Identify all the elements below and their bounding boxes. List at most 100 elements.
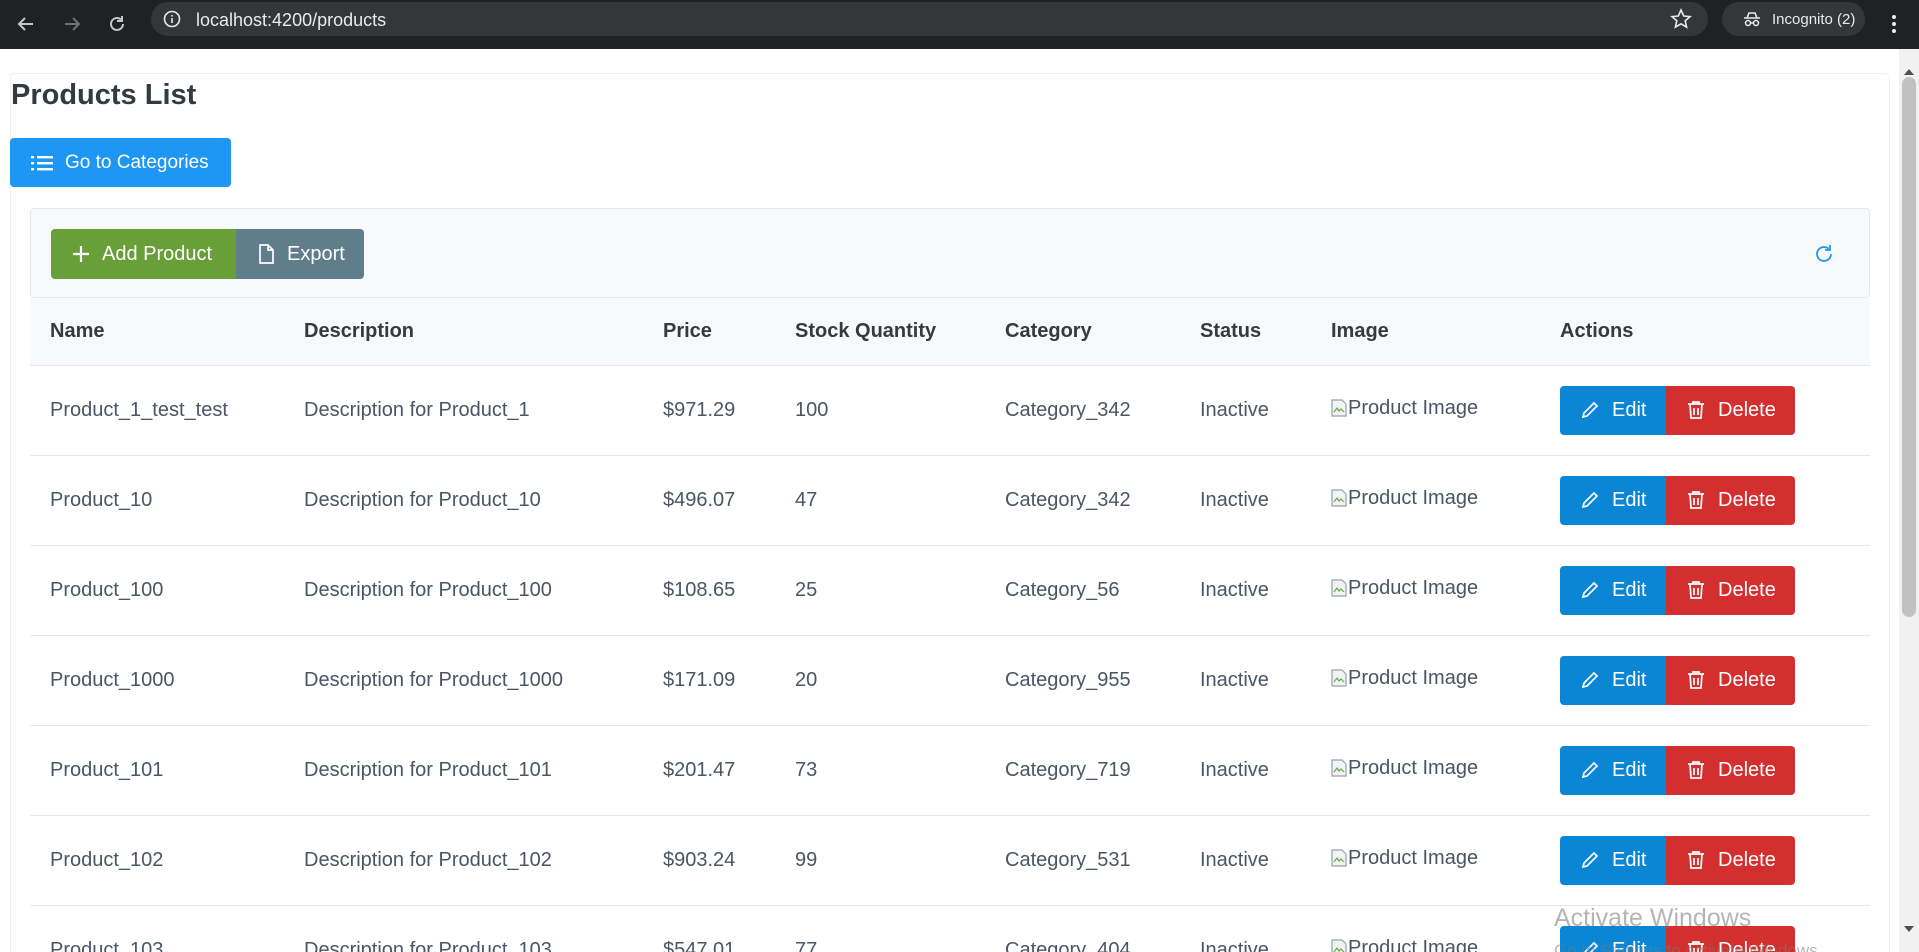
category-cell: Category_955 — [985, 635, 1180, 726]
price-cell: $171.09 — [643, 635, 775, 726]
export-button[interactable]: Export — [236, 229, 364, 279]
edit-button[interactable]: Edit — [1560, 655, 1666, 705]
name-cell: Product_103 — [30, 905, 284, 952]
pencil-icon — [1581, 671, 1599, 689]
image-cell: Product Image — [1311, 365, 1540, 456]
row-actions: Edit Delete — [1560, 565, 1870, 615]
edit-label: Edit — [1612, 488, 1647, 511]
table-row: Product_10 Description for Product_10 $496… — [30, 455, 1870, 546]
back-button[interactable] — [8, 6, 44, 42]
product-image: Product Image — [1331, 757, 1478, 780]
actions-cell: Edit Delete — [1540, 545, 1870, 636]
stock-cell: 100 — [775, 365, 985, 456]
edit-button[interactable]: Edit — [1560, 475, 1666, 525]
category-cell: Category_342 — [985, 365, 1180, 456]
reload-icon — [110, 16, 124, 31]
info-icon[interactable] — [163, 10, 181, 28]
scroll-up-arrow[interactable] — [1904, 69, 1914, 75]
scroll-thumb[interactable] — [1902, 77, 1916, 617]
image-cell: Product Image — [1311, 905, 1540, 952]
delete-button[interactable]: Delete — [1666, 475, 1795, 525]
price-cell: $201.47 — [643, 725, 775, 816]
name-cell: Product_1000 — [30, 635, 284, 726]
row-actions: Edit Delete — [1560, 745, 1870, 795]
trash-icon — [1688, 851, 1704, 869]
column-header-price[interactable]: Price — [643, 298, 775, 366]
incognito-indicator[interactable]: Incognito (2) — [1722, 2, 1865, 36]
column-header-description[interactable]: Description — [284, 298, 643, 366]
forward-button[interactable] — [54, 6, 90, 42]
table-toolbar: Add Product Export — [30, 208, 1870, 298]
browser-menu-button[interactable] — [1882, 6, 1906, 42]
trash-icon — [1688, 581, 1704, 599]
column-header-category[interactable]: Category — [985, 298, 1180, 366]
reload-button[interactable] — [99, 6, 135, 42]
delete-label: Delete — [1718, 758, 1776, 781]
edit-button[interactable]: Edit — [1560, 745, 1666, 795]
edit-button[interactable]: Edit — [1560, 565, 1666, 615]
row-actions: Edit Delete — [1560, 655, 1870, 705]
name-cell: Product_101 — [30, 725, 284, 816]
vertical-scrollbar[interactable] — [1899, 49, 1919, 952]
status-cell: Inactive — [1180, 725, 1311, 816]
page-viewport: Products List Go to Categories Add Produ… — [0, 49, 1899, 952]
edit-button[interactable]: Edit — [1560, 835, 1666, 885]
incognito-icon — [1744, 12, 1760, 27]
price-cell: $903.24 — [643, 815, 775, 906]
name-cell: Product_1_test_test — [30, 365, 284, 456]
table-row: Product_1_test_test Description for Produ… — [30, 365, 1870, 456]
broken-image-icon — [1331, 849, 1347, 867]
delete-button[interactable]: Delete — [1666, 565, 1795, 615]
table-row: Product_100 Description for Product_100 $1… — [30, 545, 1870, 636]
pencil-icon — [1581, 581, 1599, 599]
edit-button[interactable]: Edit — [1560, 385, 1666, 435]
refresh-icon[interactable] — [1813, 243, 1835, 265]
scroll-down-arrow[interactable] — [1904, 926, 1914, 932]
product-image: Product Image — [1331, 577, 1478, 600]
watermark-subtitle: Go to Settings to activate Windows. — [1554, 941, 1823, 952]
stock-cell: 47 — [775, 455, 985, 546]
description-cell: Description for Product_101 — [284, 725, 643, 816]
star-icon[interactable] — [1670, 8, 1692, 30]
description-cell: Description for Product_103 — [284, 905, 643, 952]
activate-windows-watermark: Activate Windows Go to Settings to activ… — [1554, 904, 1822, 952]
trash-icon — [1688, 671, 1704, 689]
delete-button[interactable]: Delete — [1666, 655, 1795, 705]
delete-button[interactable]: Delete — [1666, 835, 1795, 885]
actions-cell: Edit Delete — [1540, 815, 1870, 906]
price-cell: $108.65 — [643, 545, 775, 636]
row-actions: Edit Delete — [1560, 385, 1870, 435]
category-cell: Category_342 — [985, 455, 1180, 546]
status-cell: Inactive — [1180, 905, 1311, 952]
actions-cell: Edit Delete — [1540, 455, 1870, 546]
pencil-icon — [1581, 491, 1599, 509]
status-cell: Inactive — [1180, 365, 1311, 456]
image-cell: Product Image — [1311, 725, 1540, 816]
description-cell: Description for Product_1000 — [284, 635, 643, 726]
delete-label: Delete — [1718, 488, 1776, 511]
image-alt-text: Product Image — [1348, 846, 1479, 869]
price-cell: $971.29 — [643, 365, 775, 456]
column-header-stock-quantity[interactable]: Stock Quantity — [775, 298, 985, 366]
actions-cell: Edit Delete — [1540, 635, 1870, 726]
delete-label: Delete — [1718, 848, 1776, 871]
address-bar[interactable]: localhost:4200/products — [151, 2, 1708, 36]
url-text[interactable]: localhost:4200/products — [196, 10, 386, 31]
list-icon — [31, 155, 53, 170]
category-cell: Category_56 — [985, 545, 1180, 636]
add-product-button[interactable]: Add Product — [51, 229, 236, 279]
column-header-name[interactable]: Name — [30, 298, 284, 366]
price-cell: $496.07 — [643, 455, 775, 546]
column-header-status[interactable]: Status — [1180, 298, 1311, 366]
broken-image-icon — [1331, 579, 1347, 597]
status-cell: Inactive — [1180, 815, 1311, 906]
go-to-categories-button[interactable]: Go to Categories — [10, 138, 231, 187]
row-actions: Edit Delete — [1560, 835, 1870, 885]
delete-button[interactable]: Delete — [1666, 745, 1795, 795]
delete-button[interactable]: Delete — [1666, 385, 1795, 435]
category-cell: Category_531 — [985, 815, 1180, 906]
image-alt-text: Product Image — [1348, 936, 1479, 952]
arrow-right-icon — [65, 17, 81, 31]
description-cell: Description for Product_102 — [284, 815, 643, 906]
browser-toolbar: localhost:4200/products Incognito (2) — [0, 0, 1919, 49]
